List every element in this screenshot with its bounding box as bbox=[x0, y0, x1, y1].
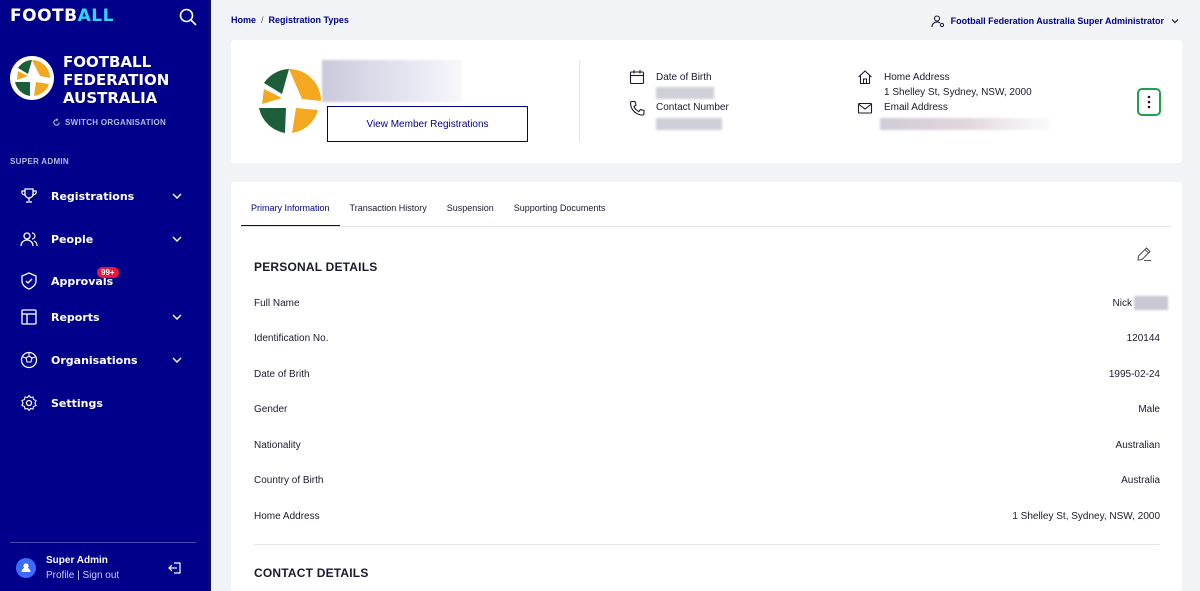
address-value: 1 Shelley St, Sydney, NSW, 2000 bbox=[884, 87, 1032, 98]
sidebar-item-label: Registrations bbox=[51, 189, 135, 203]
email-icon bbox=[857, 102, 873, 114]
approvals-count-badge: 99+ bbox=[97, 267, 119, 278]
brand-logo[interactable]: FOOTBALL bbox=[10, 6, 114, 26]
chevron-down-icon bbox=[1171, 19, 1179, 24]
phone-icon bbox=[629, 100, 645, 116]
user-settings-icon bbox=[931, 15, 944, 28]
member-name-redacted bbox=[322, 60, 462, 102]
sidebar-item-label: Settings bbox=[51, 396, 103, 410]
email-label: Email Address bbox=[884, 102, 948, 113]
chevron-down-icon bbox=[172, 357, 182, 363]
soccer-ball-icon bbox=[20, 351, 38, 369]
details-card: Primary Information Transaction History … bbox=[231, 182, 1182, 591]
avatar[interactable] bbox=[16, 558, 36, 578]
trophy-icon bbox=[21, 188, 37, 203]
contact-details-title: CONTACT DETAILS bbox=[254, 566, 369, 580]
chevron-down-icon bbox=[172, 314, 182, 320]
dob-label: Date of Birth bbox=[656, 72, 712, 83]
sidebar-item-label: People bbox=[51, 232, 94, 246]
breadcrumb-separator: / bbox=[261, 15, 264, 25]
row-value-id: 120144 bbox=[1126, 333, 1160, 344]
switch-organisation-label: SWITCH ORGANISATION bbox=[65, 118, 167, 127]
row-label-home-address: Home Address bbox=[254, 511, 320, 522]
row-value-nationality: Australian bbox=[1115, 440, 1160, 451]
brand-text-b: ALL bbox=[77, 6, 114, 26]
tab-bar: Primary Information Transaction History … bbox=[241, 203, 615, 227]
chevron-down-icon bbox=[172, 193, 182, 199]
sidebar-item-people[interactable]: People bbox=[0, 224, 208, 254]
sidebar-item-reports[interactable]: Reports bbox=[0, 302, 208, 332]
people-icon bbox=[20, 232, 38, 247]
more-options-button[interactable] bbox=[1137, 88, 1161, 116]
address-label: Home Address bbox=[884, 72, 950, 83]
contact-label: Contact Number bbox=[656, 102, 729, 113]
reports-icon bbox=[21, 309, 37, 325]
sidebar: FOOTBALL FOOTBALL FEDERATION AUSTRALIA S… bbox=[0, 0, 211, 591]
tab-transaction-history[interactable]: Transaction History bbox=[340, 203, 437, 227]
admin-label: Football Federation Australia Super Admi… bbox=[950, 16, 1164, 26]
sidebar-item-settings[interactable]: Settings bbox=[0, 388, 208, 418]
section-label: SUPER ADMIN bbox=[10, 157, 70, 166]
brand-text-a: FOOTB bbox=[10, 6, 78, 26]
breadcrumb: Home / Registration Types bbox=[231, 15, 349, 25]
profile-card: View Member Registrations Date of Birth … bbox=[231, 40, 1182, 163]
row-label-gender: Gender bbox=[254, 404, 288, 415]
row-value-dob: 1995-02-24 bbox=[1108, 369, 1160, 380]
surname-redacted bbox=[1134, 296, 1168, 310]
gear-icon bbox=[21, 394, 37, 412]
row-label-nationality: Nationality bbox=[254, 440, 301, 451]
shield-check-icon bbox=[21, 272, 37, 290]
email-value-redacted bbox=[880, 118, 1050, 130]
dob-value-redacted bbox=[656, 87, 714, 99]
sidebar-item-label: Organisations bbox=[51, 353, 138, 367]
search-icon[interactable] bbox=[179, 8, 197, 26]
chevron-down-icon bbox=[172, 236, 182, 242]
view-member-registrations-button[interactable]: View Member Registrations bbox=[327, 106, 528, 142]
home-icon bbox=[858, 70, 872, 85]
link-separator: | bbox=[74, 570, 83, 581]
org-logo bbox=[10, 56, 54, 100]
row-value-country-of-birth: Australia bbox=[1121, 475, 1160, 486]
row-value-home-address: 1 Shelley St, Sydney, NSW, 2000 bbox=[1012, 511, 1160, 522]
row-value-full-name: Nick bbox=[1112, 298, 1132, 309]
edit-icon[interactable] bbox=[1136, 246, 1152, 262]
user-name: Super Admin bbox=[46, 555, 108, 566]
kebab-icon bbox=[1147, 95, 1151, 109]
row-label-full-name: Full Name bbox=[254, 298, 300, 309]
switch-organisation-button[interactable]: SWITCH ORGANISATION bbox=[52, 118, 166, 127]
divider bbox=[579, 60, 580, 142]
row-value-gender: Male bbox=[1138, 404, 1160, 415]
member-logo bbox=[254, 66, 324, 136]
calendar-icon bbox=[629, 70, 645, 85]
admin-menu[interactable]: Football Federation Australia Super Admi… bbox=[931, 14, 1180, 28]
section-divider bbox=[254, 544, 1160, 545]
row-label-id: Identification No. bbox=[254, 333, 329, 344]
tab-primary-information[interactable]: Primary Information bbox=[241, 203, 340, 227]
breadcrumb-current[interactable]: Registration Types bbox=[269, 15, 349, 25]
tab-underline bbox=[241, 226, 1171, 227]
row-label-dob: Date of Brith bbox=[254, 369, 310, 380]
tab-supporting-documents[interactable]: Supporting Documents bbox=[504, 203, 616, 227]
personal-details-title: PERSONAL DETAILS bbox=[254, 260, 378, 274]
profile-link[interactable]: Profile bbox=[46, 570, 74, 581]
sidebar-item-registrations[interactable]: Registrations bbox=[0, 181, 208, 211]
org-name: FOOTBALL FEDERATION AUSTRALIA bbox=[63, 53, 170, 107]
contact-value-redacted bbox=[656, 118, 722, 130]
user-icon bbox=[21, 563, 31, 572]
tab-suspension[interactable]: Suspension bbox=[437, 203, 504, 227]
sidebar-item-organisations[interactable]: Organisations bbox=[0, 345, 208, 375]
logout-icon[interactable] bbox=[168, 561, 182, 575]
sidebar-item-label: Reports bbox=[51, 310, 100, 324]
sidebar-divider bbox=[10, 542, 196, 543]
refresh-icon bbox=[53, 118, 60, 126]
row-label-country-of-birth: Country of Birth bbox=[254, 475, 324, 486]
user-links: Profile | Sign out bbox=[46, 570, 119, 581]
breadcrumb-home[interactable]: Home bbox=[231, 15, 256, 25]
sign-out-link[interactable]: Sign out bbox=[83, 570, 120, 581]
